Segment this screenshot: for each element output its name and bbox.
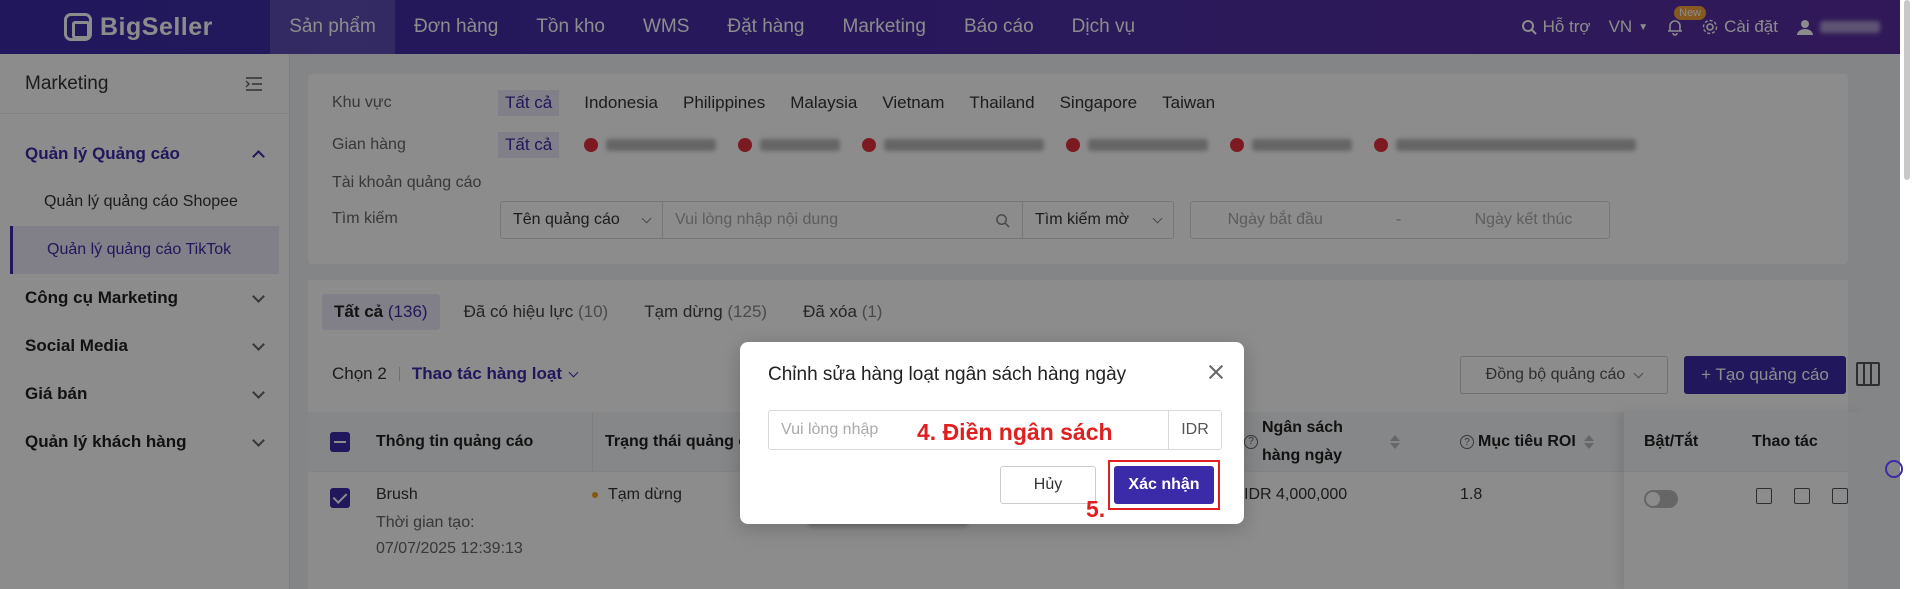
floating-search-icon[interactable] (1885, 460, 1903, 478)
close-icon[interactable] (1208, 364, 1224, 380)
page-scrollbar[interactable] (1904, 0, 1910, 180)
confirm-button[interactable]: Xác nhận (1114, 466, 1214, 504)
cancel-button[interactable]: Hủy (1000, 466, 1096, 504)
budget-input[interactable]: Vui lòng nhập 4. Điền ngân sách (769, 411, 1169, 449)
dialog-title: Chỉnh sửa hàng loạt ngân sách hàng ngày (768, 364, 1127, 385)
step-4-annotation: 4. Điền ngân sách (917, 419, 1113, 445)
bulk-budget-dialog: Chỉnh sửa hàng loạt ngân sách hàng ngày … (740, 342, 1244, 524)
currency-unit: IDR (1181, 421, 1209, 438)
step-5-annotation: 5. (1086, 496, 1106, 522)
budget-input-group: Vui lòng nhập 4. Điền ngân sách IDR (768, 410, 1222, 450)
